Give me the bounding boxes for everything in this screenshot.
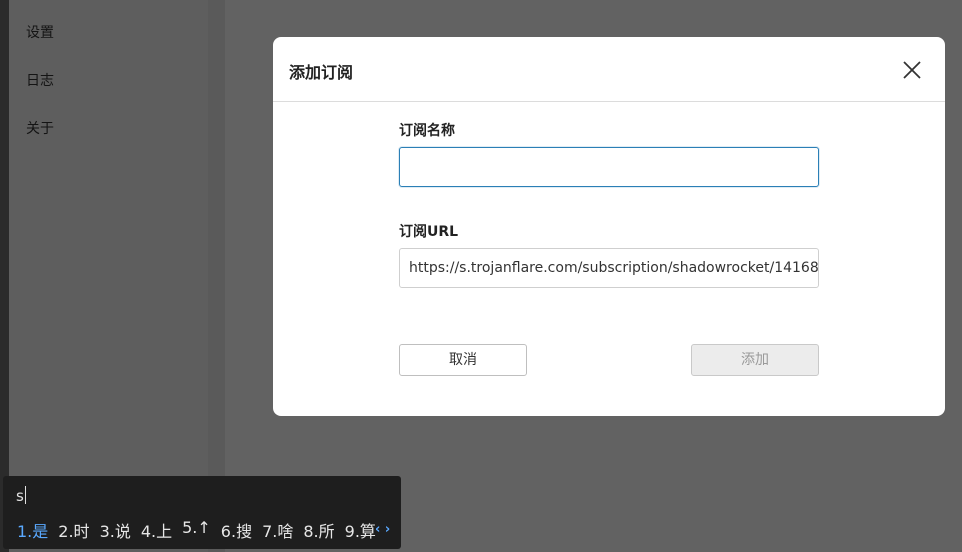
subscription-url-input[interactable]: https://s.trojanflare.com/subscription/s… <box>399 248 819 288</box>
subscription-url-label: 订阅URL <box>399 224 459 240</box>
ime-candidate-panel: s 1.是 2.时 3.说 4.上 5.↑ 6.搜 7.啥 8.所 9.算 ‹ … <box>3 476 401 549</box>
ime-candidate[interactable]: 2.时 <box>58 518 89 542</box>
ime-candidate[interactable]: 4.上 <box>141 518 172 542</box>
ime-candidate[interactable]: 7.啥 <box>262 518 293 542</box>
subscription-name-label: 订阅名称 <box>399 123 455 139</box>
ime-candidate[interactable]: 9.算 <box>345 518 376 542</box>
dialog-header: 添加订阅 <box>273 37 945 102</box>
ime-page-arrows-icon[interactable]: ‹ › <box>375 522 390 537</box>
ime-composition: s <box>16 486 26 505</box>
close-icon <box>903 61 921 79</box>
subscription-name-input[interactable] <box>399 147 819 187</box>
ime-candidate-list: 1.是 2.时 3.说 4.上 5.↑ 6.搜 7.啥 8.所 9.算 <box>17 518 386 542</box>
window-edge <box>0 0 9 552</box>
ime-candidate[interactable]: 6.搜 <box>221 518 252 542</box>
ime-input-text: s <box>16 487 24 505</box>
cancel-button[interactable]: 取消 <box>399 344 527 376</box>
dialog-title: 添加订阅 <box>289 63 354 82</box>
close-button[interactable] <box>899 57 925 83</box>
ime-candidate[interactable]: 5.↑ <box>182 518 211 542</box>
ime-candidate[interactable]: 8.所 <box>303 518 334 542</box>
ime-candidate[interactable]: 3.说 <box>100 518 131 542</box>
text-caret <box>24 486 26 504</box>
add-button[interactable]: 添加 <box>691 344 819 376</box>
ime-candidate[interactable]: 1.是 <box>17 518 48 542</box>
add-subscription-dialog: 添加订阅 订阅名称 订阅URL https://s.trojanflare.co… <box>273 37 945 416</box>
